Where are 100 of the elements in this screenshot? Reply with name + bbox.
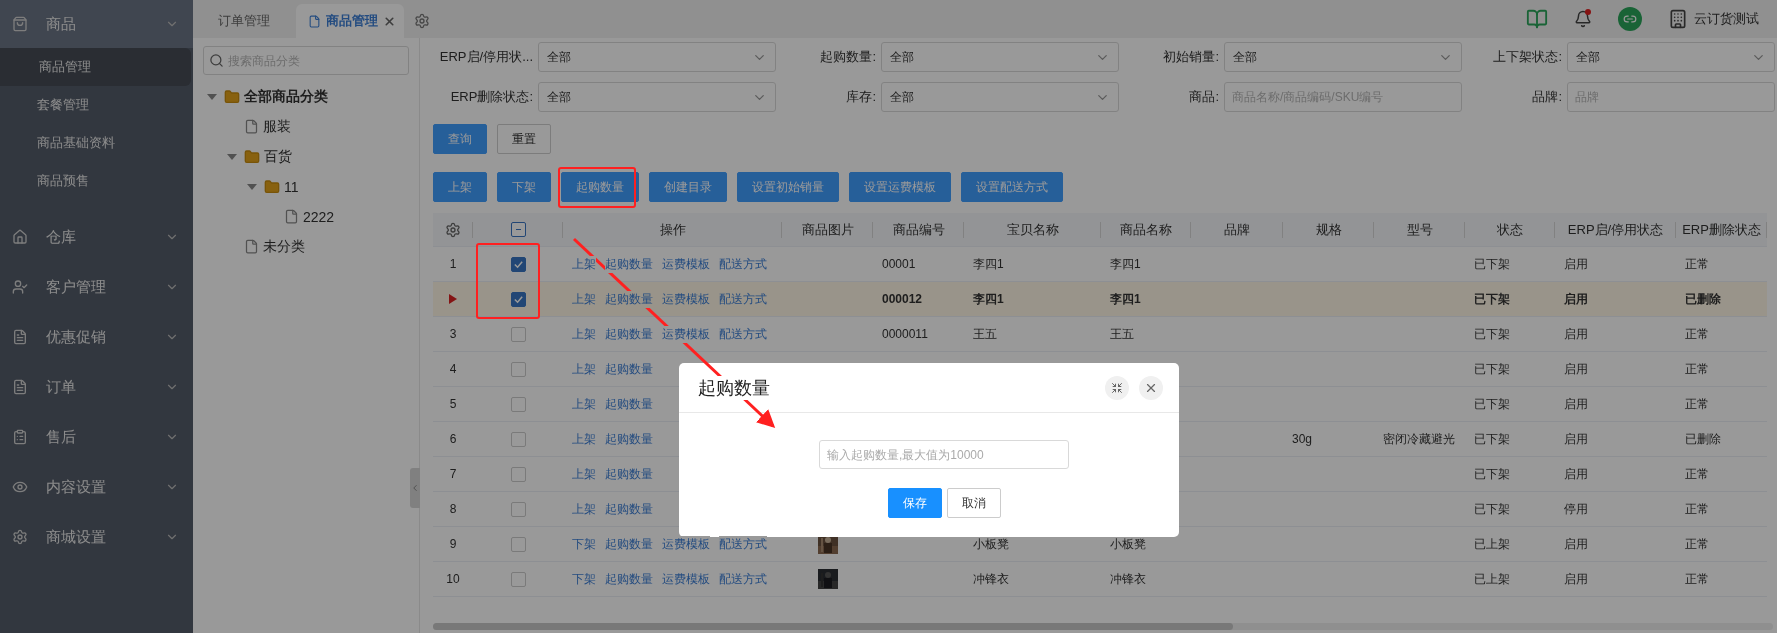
operation-link[interactable]: 运费模板 — [662, 255, 710, 273]
settings-icon[interactable] — [445, 221, 461, 238]
menu-item[interactable]: 商品基础资料 — [0, 124, 191, 162]
operation-link[interactable]: 上架 — [572, 325, 596, 343]
row-checkbox[interactable] — [510, 571, 526, 587]
action-button[interactable]: 设置运费模板 — [849, 172, 951, 202]
action-button[interactable]: 设置初始销量 — [737, 172, 839, 202]
operation-link[interactable]: 配送方式 — [719, 325, 767, 343]
table-cell: 启用 — [1564, 535, 1588, 553]
settings-icon[interactable] — [414, 13, 430, 29]
caret-icon[interactable] — [227, 153, 237, 160]
row-checkbox[interactable] — [510, 291, 526, 307]
menu-group[interactable]: 售后 — [0, 412, 193, 462]
operation-link[interactable]: 配送方式 — [719, 570, 767, 588]
operation-link[interactable]: 下架 — [572, 535, 596, 553]
select-field[interactable]: 全部 — [881, 82, 1119, 112]
row-number: 3 — [449, 327, 457, 341]
operation-link[interactable]: 上架 — [572, 360, 596, 378]
select-field[interactable]: 全部 — [881, 42, 1119, 72]
table-row[interactable]: 上架 起购数量 运费模板 配送方式 000012 李四1 李四1 已下架 启用 已删除 — [433, 282, 1767, 317]
tree-node[interactable]: 百货 — [264, 147, 292, 166]
column-header: 宝贝名称 — [1006, 220, 1059, 239]
operation-link[interactable]: 起购数量 — [605, 360, 653, 378]
collapse-handle[interactable] — [410, 468, 420, 508]
link-glyph-icon — [1623, 12, 1637, 26]
menu-item[interactable]: 商品管理 — [0, 48, 191, 86]
row-checkbox[interactable] — [510, 396, 526, 412]
filter-button[interactable]: 重置 — [497, 124, 551, 154]
input-field[interactable]: 输入起购数量,最大值为10000 — [819, 440, 1069, 469]
action-button[interactable]: 创建目录 — [649, 172, 727, 202]
action-button[interactable]: 起购数量 — [561, 172, 639, 202]
search-icon — [209, 53, 224, 68]
operation-link[interactable]: 起购数量 — [605, 395, 653, 413]
horizontal-scrollbar[interactable] — [433, 623, 1773, 630]
operation-link[interactable]: 上架 — [572, 290, 596, 308]
operation-link[interactable]: 上架 — [572, 500, 596, 518]
tree-node[interactable]: 服装 — [263, 117, 291, 136]
select-field[interactable]: 全部 — [1224, 42, 1462, 72]
menu-group[interactable]: 商城设置 — [0, 512, 193, 562]
operation-link[interactable]: 起购数量 — [605, 500, 653, 518]
menu-group[interactable]: 优惠促销 — [0, 312, 193, 362]
operation-link[interactable]: 上架 — [572, 430, 596, 448]
operation-link[interactable]: 下架 — [572, 570, 596, 588]
operation-link[interactable]: 起购数量 — [605, 325, 653, 343]
select-field[interactable]: 全部 — [538, 82, 776, 112]
cancel-button[interactable]: 取消 — [946, 488, 1001, 518]
menu-group[interactable]: 客户管理 — [0, 262, 193, 312]
tab[interactable]: 商品管理 — [296, 4, 404, 38]
row-checkbox[interactable] — [510, 501, 526, 517]
select-field[interactable]: 全部 — [538, 42, 776, 72]
row-checkbox[interactable] — [510, 431, 526, 447]
operation-link[interactable]: 配送方式 — [719, 255, 767, 273]
menu-group[interactable]: 内容设置 — [0, 462, 193, 512]
row-checkbox[interactable] — [510, 361, 526, 377]
caret-icon[interactable] — [247, 183, 257, 190]
collapse-button[interactable] — [1105, 375, 1129, 400]
operation-link[interactable]: 配送方式 — [719, 290, 767, 308]
operation-link[interactable]: 运费模板 — [662, 535, 710, 553]
menu-item[interactable]: 商品预售 — [0, 162, 191, 200]
menu-item[interactable]: 套餐管理 — [0, 86, 191, 124]
tab[interactable]: 订单管理 — [193, 4, 278, 38]
tree-node[interactable]: 全部商品分类 — [244, 87, 328, 106]
action-button[interactable]: 下架 — [497, 172, 551, 202]
operation-link[interactable]: 起购数量 — [605, 255, 653, 273]
tree-node[interactable]: 未分类 — [263, 237, 305, 256]
filter-label: 初始销量: — [1162, 48, 1219, 66]
operation-link[interactable]: 上架 — [572, 465, 596, 483]
close-button[interactable] — [1139, 375, 1163, 400]
close-icon[interactable] — [383, 14, 396, 28]
operation-link[interactable]: 运费模板 — [662, 570, 710, 588]
operation-link[interactable]: 起购数量 — [605, 535, 653, 553]
row-checkbox[interactable] — [510, 256, 526, 272]
book-icon[interactable] — [1526, 8, 1548, 30]
filter-button[interactable]: 查询 — [433, 124, 487, 154]
operation-link[interactable]: 起购数量 — [605, 430, 653, 448]
save-button[interactable]: 保存 — [887, 488, 942, 518]
select-all-checkbox[interactable] — [510, 222, 526, 237]
row-checkbox[interactable] — [510, 326, 526, 342]
operation-link[interactable]: 运费模板 — [662, 325, 710, 343]
operation-link[interactable]: 起购数量 — [605, 290, 653, 308]
row-checkbox[interactable] — [510, 536, 526, 552]
tree-node[interactable]: 2222 — [303, 208, 335, 225]
user-name[interactable]: 云订货测试 — [1694, 10, 1759, 28]
bell-icon[interactable] — [1574, 10, 1592, 28]
action-button[interactable]: 设置配送方式 — [961, 172, 1063, 202]
select-field[interactable]: 全部 — [1567, 42, 1775, 72]
operation-link[interactable]: 起购数量 — [605, 570, 653, 588]
operation-link[interactable]: 运费模板 — [662, 290, 710, 308]
operation-link[interactable]: 上架 — [572, 255, 596, 273]
tree-node[interactable]: 11 — [284, 178, 299, 195]
operation-link[interactable]: 上架 — [572, 395, 596, 413]
menu-group[interactable]: 仓库 — [0, 212, 193, 262]
row-number: 5 — [449, 397, 457, 411]
menu-group[interactable]: 商品 — [0, 0, 193, 48]
menu-group[interactable]: 订单 — [0, 362, 193, 412]
row-checkbox[interactable] — [510, 466, 526, 482]
caret-icon[interactable] — [207, 93, 217, 100]
link-icon[interactable] — [1618, 7, 1642, 31]
operation-link[interactable]: 起购数量 — [605, 465, 653, 483]
action-button[interactable]: 上架 — [433, 172, 487, 202]
